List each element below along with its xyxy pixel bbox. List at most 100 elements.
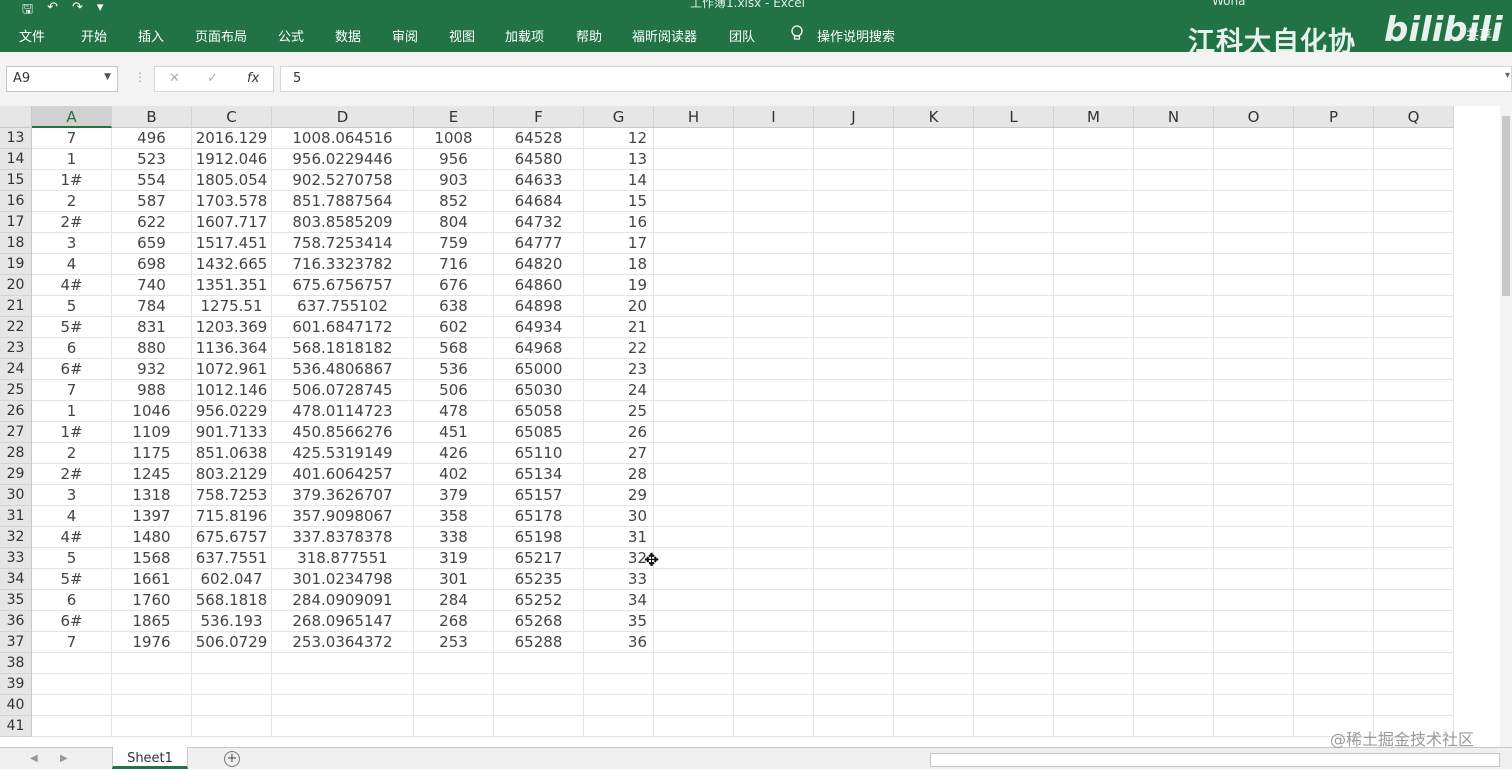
cell[interactable]: [494, 716, 584, 737]
cell[interactable]: [894, 191, 974, 212]
cell[interactable]: [1134, 611, 1214, 632]
cell[interactable]: [1214, 380, 1294, 401]
cell[interactable]: [734, 254, 814, 275]
cell[interactable]: 64860: [494, 275, 584, 296]
cell[interactable]: [974, 422, 1054, 443]
cell[interactable]: 903: [414, 170, 494, 191]
cell[interactable]: [974, 338, 1054, 359]
cell[interactable]: 65288: [494, 632, 584, 653]
cell[interactable]: 402: [414, 464, 494, 485]
cell[interactable]: 1661: [112, 569, 192, 590]
cell[interactable]: [1374, 296, 1454, 317]
cell[interactable]: 28: [584, 464, 654, 485]
cell[interactable]: 65058: [494, 401, 584, 422]
cell[interactable]: [654, 485, 734, 506]
cell[interactable]: [1214, 191, 1294, 212]
cell[interactable]: [814, 254, 894, 275]
cell[interactable]: 64633: [494, 170, 584, 191]
cell[interactable]: [1294, 674, 1374, 695]
cell[interactable]: 1568: [112, 548, 192, 569]
cell[interactable]: 784: [112, 296, 192, 317]
cell[interactable]: [1374, 527, 1454, 548]
cell[interactable]: [1054, 191, 1134, 212]
cell[interactable]: 64732: [494, 212, 584, 233]
cell[interactable]: [894, 695, 974, 716]
cell[interactable]: [1134, 695, 1214, 716]
cell[interactable]: [1134, 716, 1214, 737]
cell[interactable]: 7: [32, 380, 112, 401]
cell[interactable]: [894, 233, 974, 254]
cell[interactable]: [894, 275, 974, 296]
cell[interactable]: 1760: [112, 590, 192, 611]
cell[interactable]: [734, 233, 814, 254]
cell[interactable]: [814, 590, 894, 611]
cell[interactable]: [654, 191, 734, 212]
row-header[interactable]: 30: [0, 485, 32, 506]
cell[interactable]: [1294, 317, 1374, 338]
cell[interactable]: 831: [112, 317, 192, 338]
cell[interactable]: [1134, 443, 1214, 464]
cell[interactable]: 5: [32, 296, 112, 317]
cell[interactable]: [1294, 548, 1374, 569]
cell[interactable]: [1214, 254, 1294, 275]
cell[interactable]: [814, 527, 894, 548]
cell[interactable]: 1912.046: [192, 149, 272, 170]
cell[interactable]: [654, 569, 734, 590]
cell[interactable]: 253: [414, 632, 494, 653]
cell[interactable]: [654, 548, 734, 569]
row-header[interactable]: 20: [0, 275, 32, 296]
column-header-g[interactable]: G: [584, 106, 654, 128]
cell[interactable]: 758.7253: [192, 485, 272, 506]
cell[interactable]: [654, 380, 734, 401]
cell[interactable]: [1214, 695, 1294, 716]
cell[interactable]: 2: [32, 191, 112, 212]
cell[interactable]: [1294, 695, 1374, 716]
cell[interactable]: [654, 212, 734, 233]
cell[interactable]: [1134, 275, 1214, 296]
cell[interactable]: 901.7133: [192, 422, 272, 443]
cell[interactable]: [1054, 716, 1134, 737]
cell[interactable]: [814, 422, 894, 443]
cell[interactable]: [1294, 212, 1374, 233]
cell[interactable]: [1134, 590, 1214, 611]
cell[interactable]: 65030: [494, 380, 584, 401]
cell[interactable]: 1607.717: [192, 212, 272, 233]
cell[interactable]: 65178: [494, 506, 584, 527]
cell[interactable]: [894, 338, 974, 359]
cell[interactable]: 1805.054: [192, 170, 272, 191]
tab-addins[interactable]: 加载项: [505, 26, 544, 45]
cell[interactable]: 803.2129: [192, 464, 272, 485]
cell[interactable]: 25: [584, 401, 654, 422]
cell[interactable]: [974, 317, 1054, 338]
cell[interactable]: 675.6756757: [272, 275, 414, 296]
cell[interactable]: 803.8585209: [272, 212, 414, 233]
cell[interactable]: 20: [584, 296, 654, 317]
cell[interactable]: [1214, 170, 1294, 191]
cell[interactable]: 65268: [494, 611, 584, 632]
cell[interactable]: [1054, 275, 1134, 296]
share-button[interactable]: 共享: [1466, 24, 1492, 43]
cell[interactable]: 318.877551: [272, 548, 414, 569]
cell[interactable]: [1294, 149, 1374, 170]
cell[interactable]: 4#: [32, 275, 112, 296]
cell[interactable]: 601.6847172: [272, 317, 414, 338]
cell[interactable]: [654, 359, 734, 380]
cell[interactable]: [1134, 359, 1214, 380]
cell[interactable]: [894, 506, 974, 527]
cell[interactable]: [1374, 485, 1454, 506]
cell[interactable]: [894, 296, 974, 317]
cell[interactable]: 3: [32, 233, 112, 254]
cell[interactable]: 638: [414, 296, 494, 317]
cell[interactable]: [734, 128, 814, 149]
cell[interactable]: 740: [112, 275, 192, 296]
cell[interactable]: [1214, 296, 1294, 317]
cell[interactable]: [814, 401, 894, 422]
cell[interactable]: 65110: [494, 443, 584, 464]
cell[interactable]: [112, 653, 192, 674]
cell[interactable]: [654, 716, 734, 737]
tab-insert[interactable]: 插入: [138, 26, 164, 45]
cell[interactable]: [734, 212, 814, 233]
column-header-a[interactable]: A: [32, 106, 112, 128]
cell[interactable]: [1134, 191, 1214, 212]
cell[interactable]: 715.8196: [192, 506, 272, 527]
